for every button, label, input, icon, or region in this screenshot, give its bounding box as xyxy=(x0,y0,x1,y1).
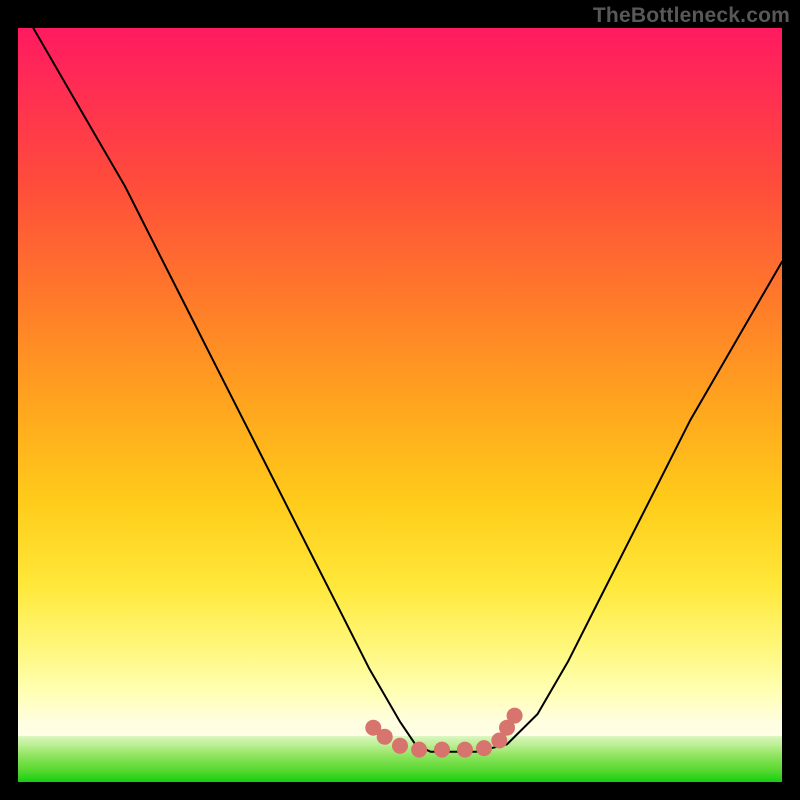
chart-marker xyxy=(434,742,450,758)
chart-markers xyxy=(365,708,522,758)
chart-curve xyxy=(33,28,782,752)
chart-marker xyxy=(507,708,523,724)
chart-svg xyxy=(18,28,782,782)
chart-marker xyxy=(457,742,473,758)
chart-marker xyxy=(411,742,427,758)
chart-marker xyxy=(476,740,492,756)
chart-marker xyxy=(392,738,408,754)
chart-plot-area xyxy=(18,28,782,782)
chart-marker xyxy=(377,729,393,745)
attribution-label: TheBottleneck.com xyxy=(593,4,790,28)
